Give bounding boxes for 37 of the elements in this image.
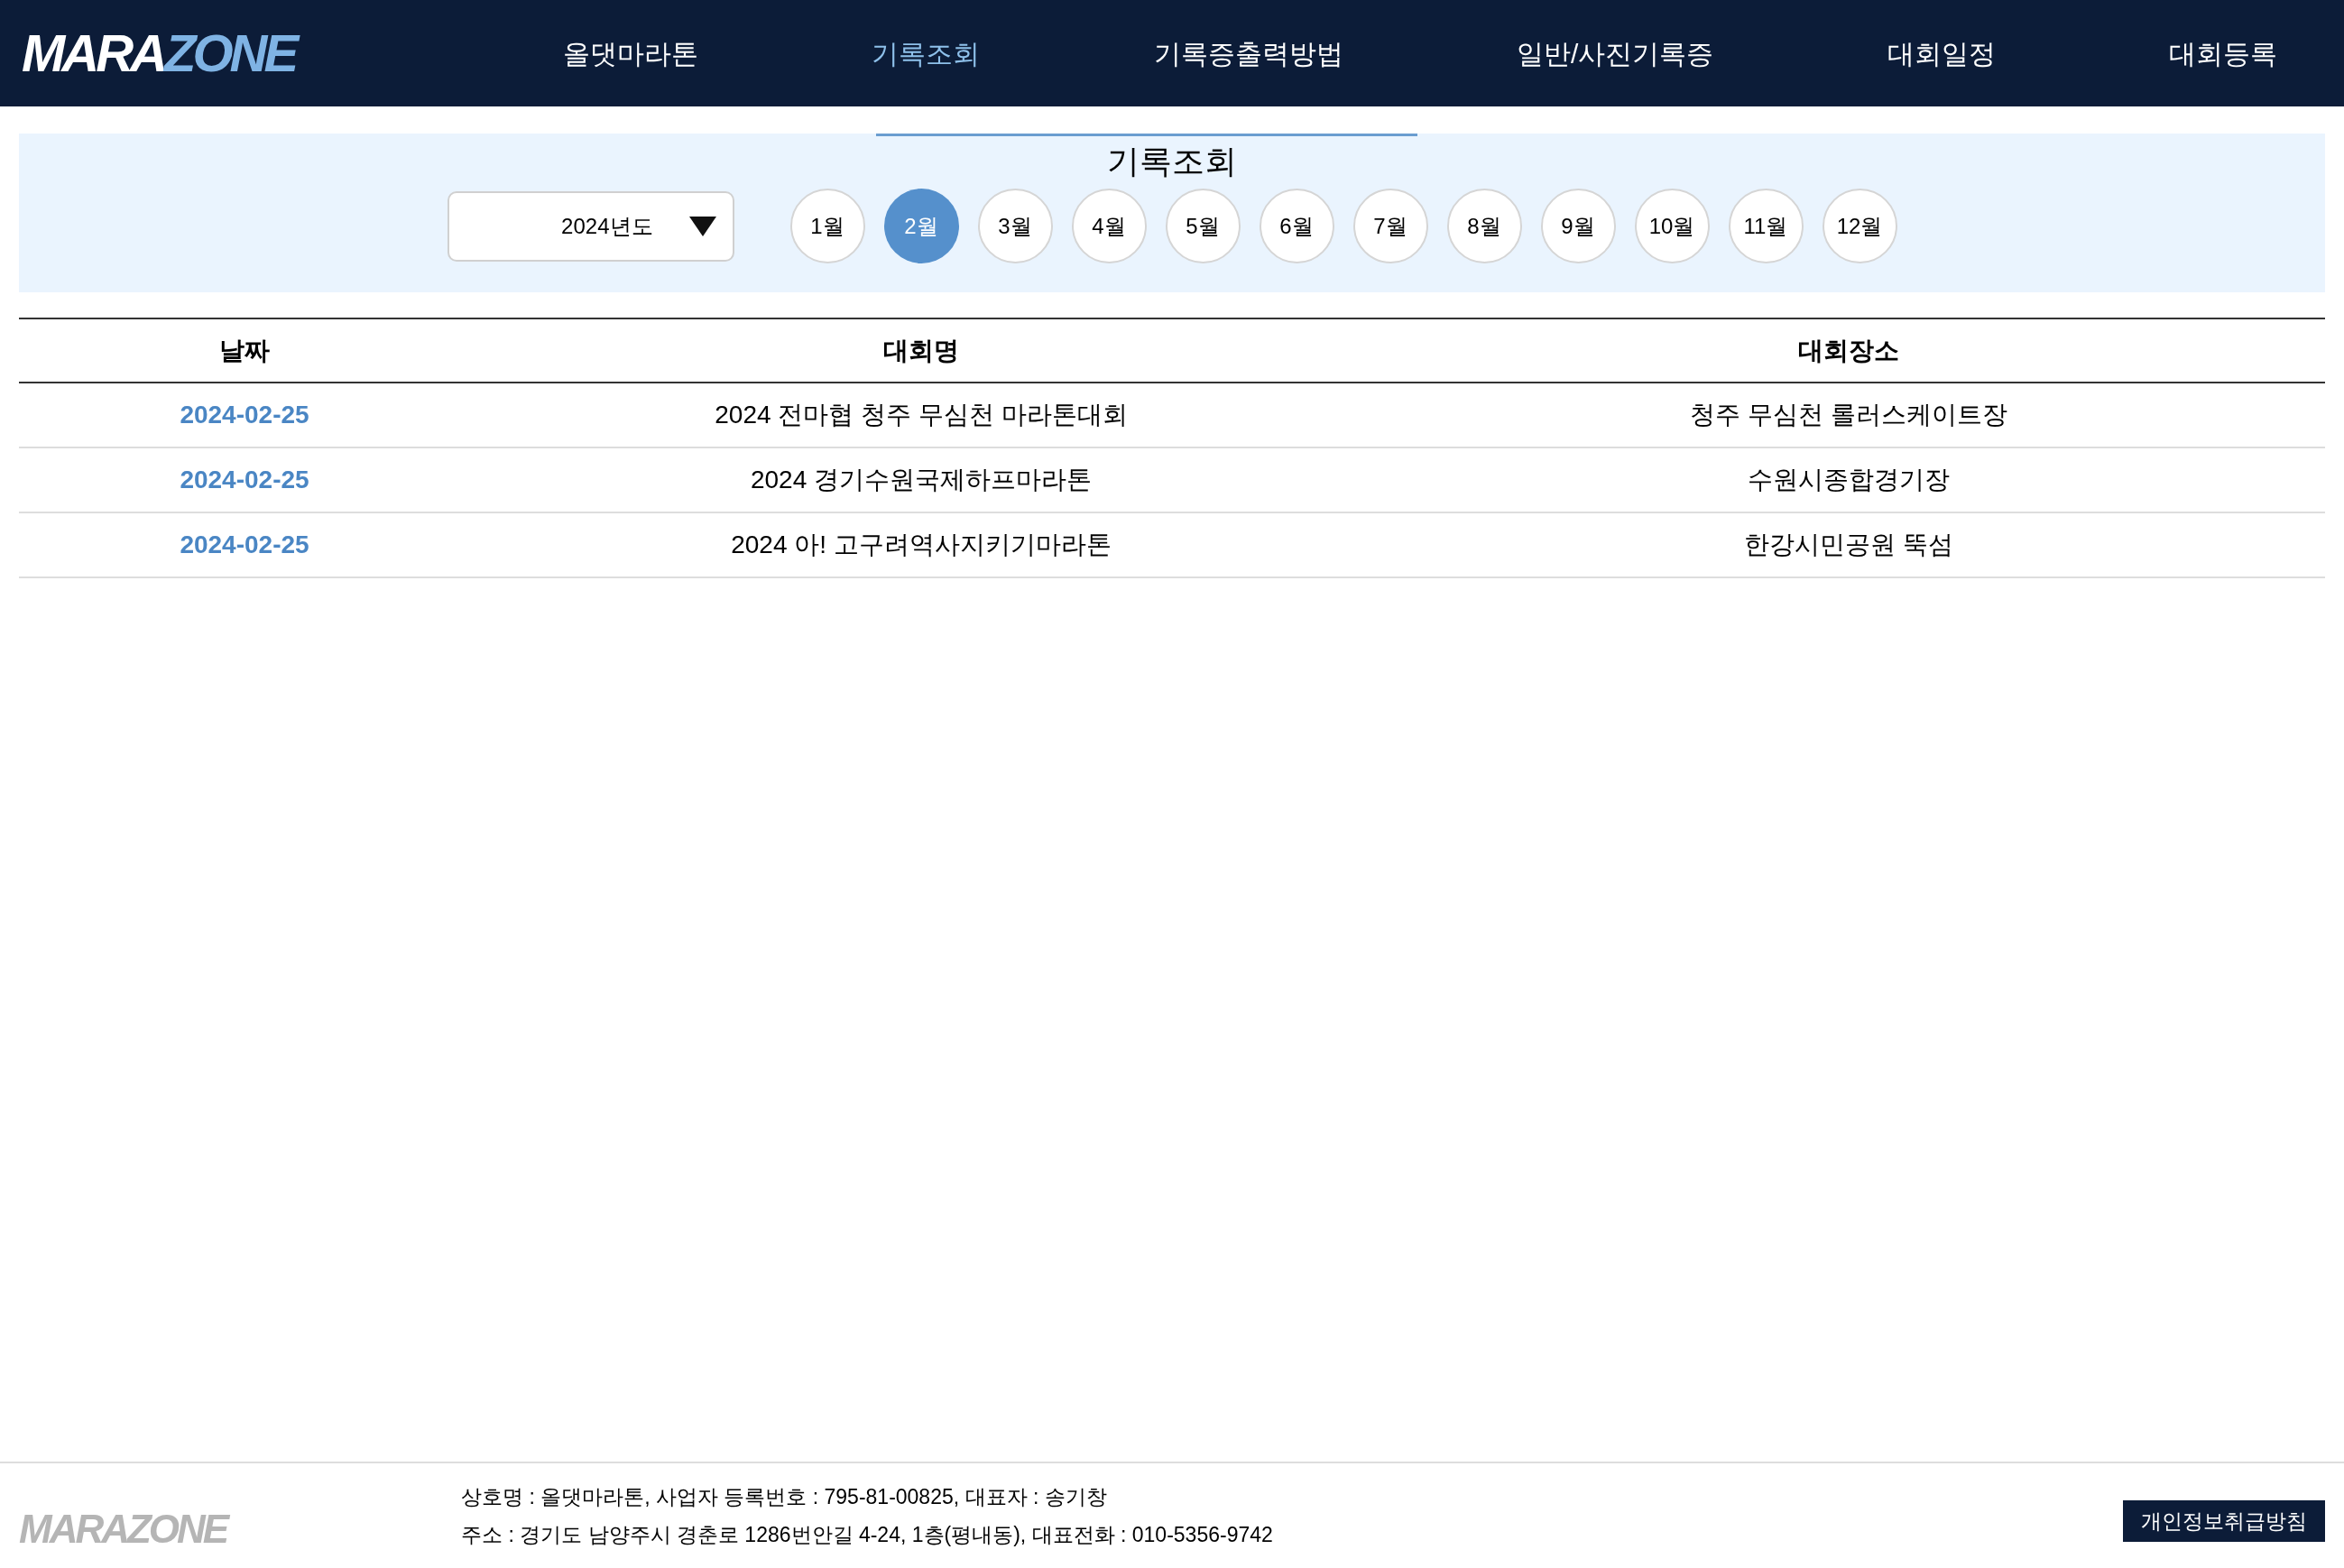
footer-text: 상호명 : 올댓마라톤, 사업자 등록번호 : 795-81-00825, 대표자 : 송기창 — [461, 1483, 1108, 1510]
table-cell: 2024 아! 고구려역사지키기마라톤 — [731, 530, 1112, 558]
year-dropdown[interactable]: 2024년도 — [447, 190, 734, 262]
date-link[interactable]: 2024-02-25 — [180, 401, 309, 429]
date-link[interactable]: 2024-02-25 — [180, 530, 309, 558]
column-header: 대회명 — [883, 336, 959, 364]
nav-link[interactable]: 올댓마라톤 — [563, 32, 698, 74]
footer-text: 주소 : 경기도 남양주시 경춘로 1286번안길 4-24, 1층(평내동), 대표전화 : 010-5356-9742 — [461, 1522, 1274, 1548]
month-tab[interactable]: 8월 — [1446, 189, 1522, 263]
month-tab[interactable]: 10월 — [1634, 189, 1710, 263]
table-cell: 한강시민공원 뚝섬 — [1744, 530, 1953, 558]
site-logo[interactable]: MARAZONE — [22, 27, 401, 79]
month-tab[interactable]: 5월 — [1165, 189, 1241, 263]
nav-link[interactable]: 대회일정 — [1887, 32, 1996, 74]
nav-link[interactable]: 기록증출력방법 — [1153, 32, 1343, 74]
month-tab[interactable]: 3월 — [977, 189, 1053, 263]
nav-link[interactable]: 일반/사진기록증 — [1517, 32, 1714, 74]
month-tab[interactable]: 1월 — [789, 189, 865, 263]
month-tab[interactable]: 12월 — [1822, 189, 1897, 263]
table-cell: 수원시종합경기장 — [1748, 466, 1950, 493]
table-cell: 2024 경기수원국제하프마라톤 — [750, 466, 1093, 493]
nav-link[interactable]: 대회등록 — [2169, 32, 2277, 74]
table-cell: 청주 무심천 롤러스케이트장 — [1690, 401, 2007, 429]
footer-logo: MARAZONE — [19, 1509, 230, 1549]
month-tab[interactable]: 4월 — [1071, 189, 1147, 263]
privacy-policy-button[interactable]: 개인정보취급방침 — [2123, 1500, 2325, 1542]
month-tab[interactable]: 9월 — [1540, 189, 1616, 263]
dropdown-caret-icon — [688, 216, 716, 236]
section-title: 기록조회 — [1107, 142, 1237, 181]
month-tab[interactable]: 6월 — [1259, 189, 1334, 263]
date-link[interactable]: 2024-02-25 — [180, 466, 309, 493]
column-header: 대회장소 — [1798, 336, 1899, 364]
table-cell: 2024 전마협 청주 무심천 마라톤대회 — [715, 401, 1128, 429]
month-tab[interactable]: 7월 — [1352, 189, 1428, 263]
nav-link[interactable]: 기록조회 — [872, 32, 981, 74]
column-header: 날짜 — [219, 336, 270, 364]
month-tab[interactable]: 11월 — [1728, 189, 1804, 263]
